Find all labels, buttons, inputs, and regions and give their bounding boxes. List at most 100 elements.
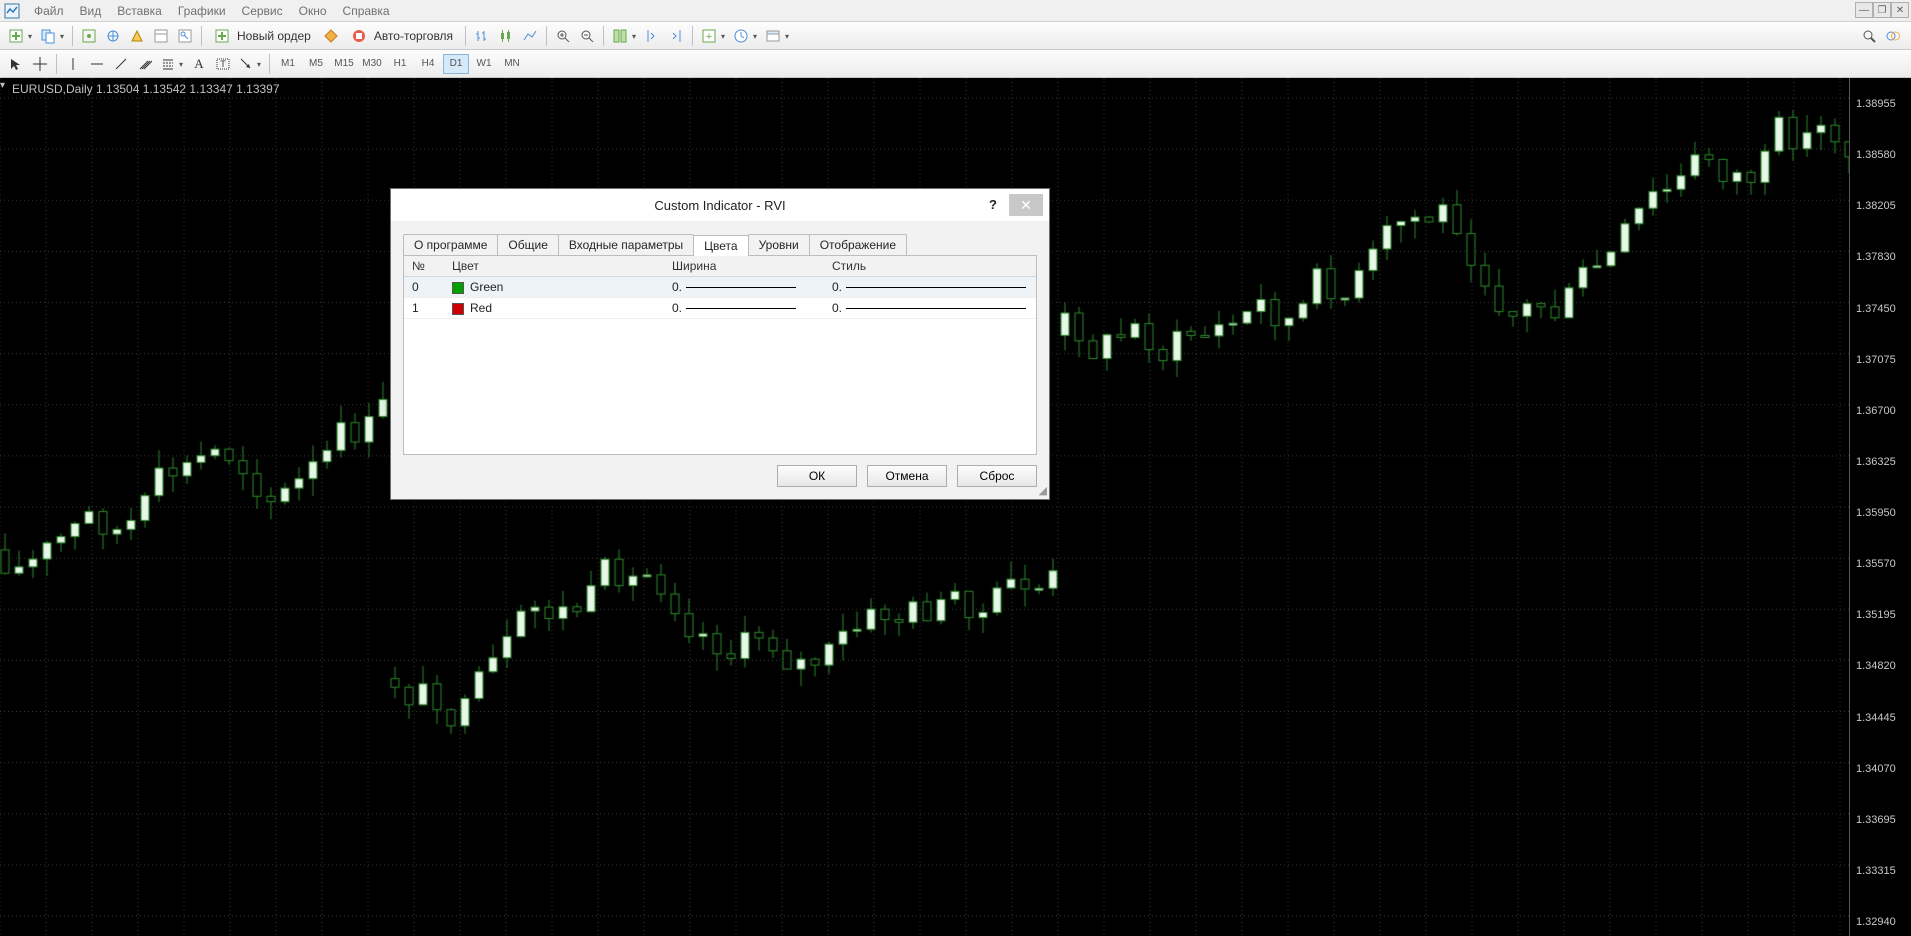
dialog-close-button[interactable]: ✕: [1009, 194, 1043, 216]
dialog-tab[interactable]: Цвета: [693, 235, 748, 256]
arrows-tool[interactable]: [236, 53, 264, 75]
chart-collapse-icon[interactable]: ▾: [0, 80, 5, 91]
navigator-button[interactable]: [102, 25, 124, 47]
zoom-in-button[interactable]: [552, 25, 574, 47]
profiles-button[interactable]: [37, 25, 67, 47]
menu-window[interactable]: Окно: [291, 4, 335, 18]
window-restore-button[interactable]: ❐: [1873, 2, 1891, 18]
price-level: 1.37450: [1856, 303, 1896, 315]
fibo-tool[interactable]: [158, 53, 186, 75]
timeframe-h4[interactable]: H4: [415, 54, 441, 74]
timeframe-m30[interactable]: M30: [359, 54, 385, 74]
price-level: 1.35195: [1856, 609, 1896, 621]
timeframe-d1[interactable]: D1: [443, 54, 469, 74]
market-watch-button[interactable]: [78, 25, 100, 47]
strategy-tester-button[interactable]: [174, 25, 196, 47]
line-chart-button[interactable]: [519, 25, 541, 47]
horizontal-line-tool[interactable]: [86, 53, 108, 75]
dialog-tab[interactable]: О программе: [403, 234, 498, 255]
dialog-tab[interactable]: Отображение: [809, 234, 907, 255]
dialog-tabs: О программеОбщиеВходные параметрыЦветаУр…: [403, 231, 1037, 255]
chart-shift-end-button[interactable]: [665, 25, 687, 47]
cursor-tool[interactable]: [5, 53, 27, 75]
price-level: 1.36700: [1856, 405, 1896, 417]
menu-insert[interactable]: Вставка: [109, 4, 170, 18]
chart-shift-button[interactable]: [641, 25, 663, 47]
text-tool[interactable]: A: [188, 53, 210, 75]
autotrade-label: Авто-торговля: [374, 29, 453, 43]
chart-symbol-label: EURUSD,Daily 1.13504 1.13542 1.13347 1.1…: [12, 82, 280, 96]
svg-text:+: +: [706, 31, 712, 43]
col-color: Цвет: [444, 256, 664, 277]
price-level: 1.32940: [1856, 916, 1896, 928]
crosshair-tool[interactable]: [29, 53, 51, 75]
new-chart-button[interactable]: [5, 25, 35, 47]
search-button[interactable]: [1858, 25, 1880, 47]
vertical-line-tool[interactable]: [62, 53, 84, 75]
dialog-tab[interactable]: Уровни: [748, 234, 810, 255]
dialog-tab[interactable]: Общие: [497, 234, 558, 255]
color-row[interactable]: 0Green0.0.: [404, 277, 1036, 298]
candle-chart-button[interactable]: [495, 25, 517, 47]
menu-file[interactable]: Файл: [26, 4, 72, 18]
price-level: 1.35950: [1856, 507, 1896, 519]
price-level: 1.37830: [1856, 251, 1896, 263]
data-window-button[interactable]: [150, 25, 172, 47]
periods-button[interactable]: [730, 25, 760, 47]
dialog-help-button[interactable]: ?: [983, 194, 1003, 214]
price-level: 1.36325: [1856, 456, 1896, 468]
color-row[interactable]: 1Red0.0.: [404, 298, 1036, 319]
zoom-out-button[interactable]: [576, 25, 598, 47]
colors-table[interactable]: № Цвет Ширина Стиль 0Green0.0.1Red0.0.: [404, 256, 1036, 319]
bar-chart-button[interactable]: [471, 25, 493, 47]
dialog-ok-button[interactable]: ОК: [777, 465, 857, 487]
trendline-tool[interactable]: [110, 53, 132, 75]
price-level: 1.34820: [1856, 660, 1896, 672]
text-label-tool[interactable]: T: [212, 53, 234, 75]
dialog-tabpage: № Цвет Ширина Стиль 0Green0.0.1Red0.0.: [403, 255, 1037, 455]
price-level: 1.33695: [1856, 814, 1896, 826]
menu-service[interactable]: Сервис: [234, 4, 291, 18]
window-close-button[interactable]: ✕: [1891, 2, 1909, 18]
dialog-title: Custom Indicator - RVI: [654, 198, 785, 213]
equidistant-tool[interactable]: [134, 53, 156, 75]
price-axis: 1.38955 1.38580 1.38205 1.37830 1.37450 1.370…: [1849, 78, 1911, 936]
timeframe-h1[interactable]: H1: [387, 54, 413, 74]
dialog-reset-button[interactable]: Сброс: [957, 465, 1037, 487]
col-num: №: [404, 256, 444, 277]
svg-text:T: T: [220, 59, 226, 69]
terminal-button[interactable]: [126, 25, 148, 47]
price-level: 1.38205: [1856, 200, 1896, 212]
new-order-button[interactable]: Новый ордер: [207, 25, 318, 47]
price-level: 1.34070: [1856, 763, 1896, 775]
price-level: 1.38580: [1856, 149, 1896, 161]
price-level: 1.35570: [1856, 558, 1896, 570]
menubar: Файл Вид Вставка Графики Сервис Окно Спр…: [0, 0, 1911, 22]
main-toolbar: Новый ордер Авто-торговля +: [0, 22, 1911, 50]
indicators-button[interactable]: +: [698, 25, 728, 47]
dialog-titlebar[interactable]: Custom Indicator - RVI ? ✕: [391, 189, 1049, 221]
menu-view[interactable]: Вид: [72, 4, 110, 18]
autotrade-button[interactable]: Авто-торговля: [344, 25, 460, 47]
timeframe-m1[interactable]: M1: [275, 54, 301, 74]
timeframe-m15[interactable]: M15: [331, 54, 357, 74]
dialog-cancel-button[interactable]: Отмена: [867, 465, 947, 487]
menu-charts[interactable]: Графики: [170, 4, 234, 18]
window-minimize-button[interactable]: —: [1855, 2, 1873, 18]
new-order-label: Новый ордер: [237, 29, 311, 43]
templates-button[interactable]: [762, 25, 792, 47]
mql-button[interactable]: [1882, 25, 1904, 47]
timeframe-toolbar: M1M5M15M30H1H4D1W1MN: [274, 54, 526, 74]
metaquotes-button[interactable]: [320, 25, 342, 47]
price-level: 1.37075: [1856, 354, 1896, 366]
menu-help[interactable]: Справка: [335, 4, 398, 18]
app-icon: [4, 3, 20, 19]
auto-scroll-button[interactable]: [609, 25, 639, 47]
price-level: 1.33315: [1856, 865, 1896, 877]
col-style: Стиль: [824, 256, 1036, 277]
price-level: 1.38955: [1856, 98, 1896, 110]
timeframe-mn[interactable]: MN: [499, 54, 525, 74]
dialog-tab[interactable]: Входные параметры: [558, 234, 694, 255]
timeframe-m5[interactable]: M5: [303, 54, 329, 74]
timeframe-w1[interactable]: W1: [471, 54, 497, 74]
